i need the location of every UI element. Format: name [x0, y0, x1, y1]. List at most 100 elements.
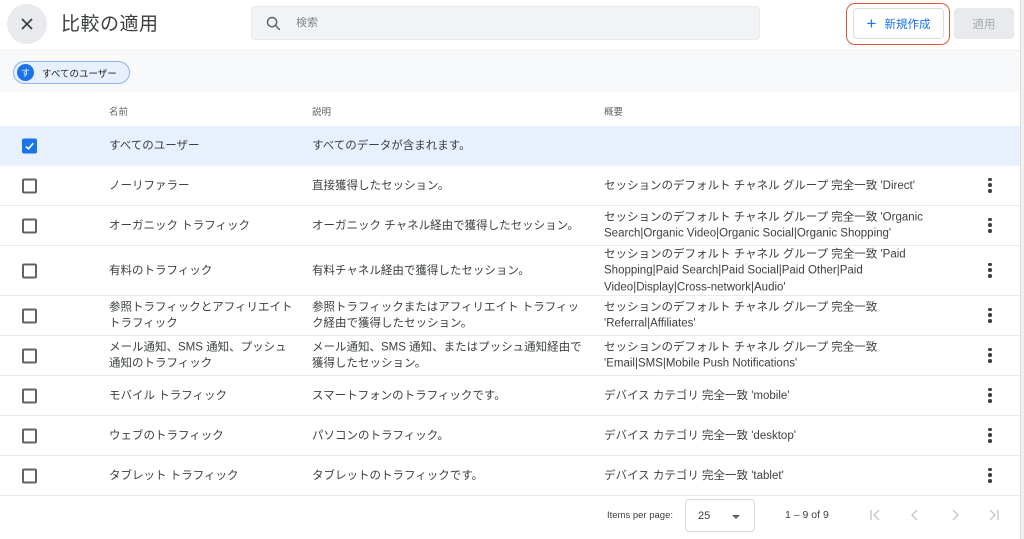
row-checkbox[interactable]	[22, 308, 37, 323]
more-vert-icon	[983, 262, 997, 278]
row-more-button[interactable]	[983, 262, 997, 280]
more-vert-icon	[983, 387, 997, 403]
row-more-button[interactable]	[983, 307, 997, 325]
table-row[interactable]: タブレット トラフィック タブレットのトラフィックです。 デバイス カテゴリ 完…	[0, 456, 1020, 496]
row-more-button[interactable]	[983, 347, 997, 365]
row-summary: セッションのデフォルト チャネル グループ 完全一致 'Referral|Aff…	[604, 301, 878, 330]
comparison-chip[interactable]: す すべてのユーザー	[13, 61, 130, 84]
items-per-page-label: Items per page:	[607, 510, 674, 521]
selected-comparisons-bar: す すべてのユーザー	[0, 50, 1020, 92]
dialog-header: 比較の適用 + 新規作成 適用	[0, 0, 1020, 50]
table-row[interactable]: 参照トラフィックとアフィリエイト トラフィック 参照トラフィックまたはアフィリエ…	[0, 296, 1020, 336]
table-header: 名前 説明 概要	[0, 92, 1020, 126]
row-name: メール通知、SMS 通知、プッシュ通知のトラフィック	[109, 341, 287, 370]
previous-page-button[interactable]	[906, 506, 924, 524]
row-checkbox[interactable]	[22, 428, 37, 443]
row-name: オーガニック トラフィック	[109, 219, 250, 232]
more-vert-icon	[983, 217, 997, 233]
row-more-button[interactable]	[983, 387, 997, 405]
column-header-summary[interactable]: 概要	[604, 104, 623, 118]
dropdown-arrow-icon	[732, 515, 740, 519]
row-summary: セッションのデフォルト チャネル グループ 完全一致 'Direct'	[604, 179, 915, 192]
row-description: すべてのデータが含まれます。	[312, 139, 471, 152]
create-new-label: 新規作成	[884, 18, 931, 31]
row-summary: セッションのデフォルト チャネル グループ 完全一致 'Email|SMS|Mo…	[604, 341, 878, 370]
plus-icon: +	[866, 14, 877, 33]
more-vert-icon	[983, 467, 997, 483]
row-description: オーガニック チャネル経由で獲得したセッション。	[312, 219, 579, 232]
row-name: ノーリファラー	[109, 179, 190, 192]
row-more-button[interactable]	[983, 427, 997, 445]
row-checkbox-cell	[22, 263, 37, 278]
create-new-button[interactable]: + 新規作成	[853, 8, 944, 39]
row-name: 参照トラフィックとアフィリエイト トラフィック	[109, 301, 293, 330]
row-summary: デバイス カテゴリ 完全一致 'mobile'	[604, 389, 790, 402]
row-checkbox-cell	[22, 428, 37, 443]
close-button[interactable]	[7, 4, 47, 44]
row-checkbox-cell	[22, 348, 37, 363]
column-header-name[interactable]: 名前	[109, 104, 128, 118]
row-checkbox-cell	[22, 138, 37, 153]
row-description: メール通知、SMS 通知、またはプッシュ通知経由で獲得したセッション。	[312, 341, 582, 370]
row-checkbox-cell	[22, 468, 37, 483]
table-row[interactable]: モバイル トラフィック スマートフォンのトラフィックです。 デバイス カテゴリ …	[0, 376, 1020, 416]
search-box[interactable]	[251, 6, 760, 40]
scrollbar[interactable]	[1020, 0, 1024, 539]
row-checkbox[interactable]	[22, 468, 37, 483]
table-row[interactable]: ウェブのトラフィック パソコンのトラフィック。 デバイス カテゴリ 完全一致 '…	[0, 416, 1020, 456]
next-page-button[interactable]	[946, 506, 964, 524]
row-summary: デバイス カテゴリ 完全一致 'desktop'	[604, 429, 796, 442]
check-icon	[25, 142, 34, 150]
first-page-button[interactable]	[866, 506, 884, 524]
close-icon	[21, 18, 33, 30]
row-checkbox[interactable]	[22, 348, 37, 363]
row-description: 直接獲得したセッション。	[312, 179, 450, 192]
last-page-button[interactable]	[985, 506, 1003, 524]
row-name: モバイル トラフィック	[109, 389, 227, 402]
chip-label: すべてのユーザー	[42, 68, 117, 80]
row-checkbox-cell	[22, 178, 37, 193]
table-body: すべてのユーザー すべてのデータが含まれます。 ノーリファラー 直接獲得したセッ…	[0, 126, 1020, 496]
row-checkbox-cell	[22, 218, 37, 233]
row-description: 有料チャネル経由で獲得したセッション。	[312, 264, 530, 277]
table-row[interactable]: オーガニック トラフィック オーガニック チャネル経由で獲得したセッション。 セ…	[0, 206, 1020, 246]
chevron-right-icon	[952, 509, 959, 521]
more-vert-icon	[983, 427, 997, 443]
items-per-page-select[interactable]: 25	[685, 499, 755, 532]
row-name: ウェブのトラフィック	[109, 429, 224, 442]
search-input[interactable]	[296, 17, 696, 29]
row-description: スマートフォンのトラフィックです。	[312, 389, 506, 402]
row-description: タブレットのトラフィックです。	[312, 469, 484, 482]
row-checkbox[interactable]	[22, 263, 37, 278]
row-checkbox[interactable]	[22, 178, 37, 193]
more-vert-icon	[983, 347, 997, 363]
row-description: 参照トラフィックまたはアフィリエイト トラフィック経由で獲得したセッション。	[312, 301, 580, 330]
paginator: Items per page: 25 1 – 9 of 9	[0, 495, 1020, 539]
more-vert-icon	[983, 307, 997, 323]
row-summary: セッションのデフォルト チャネル グループ 完全一致 'Organic Sear…	[604, 211, 923, 240]
search-icon	[266, 16, 281, 30]
first-page-icon	[870, 509, 880, 521]
table-row[interactable]: 有料のトラフィック 有料チャネル経由で獲得したセッション。 セッションのデフォル…	[0, 246, 1020, 296]
items-per-page-value: 25	[698, 509, 711, 522]
row-more-button[interactable]	[983, 467, 997, 485]
row-checkbox[interactable]	[22, 218, 37, 233]
row-checkbox[interactable]	[22, 388, 37, 403]
apply-button[interactable]: 適用	[954, 8, 1014, 39]
row-more-button[interactable]	[983, 177, 997, 195]
row-summary: デバイス カテゴリ 完全一致 'tablet'	[604, 469, 784, 482]
table-row[interactable]: すべてのユーザー すべてのデータが含まれます。	[0, 126, 1020, 166]
dialog-title: 比較の適用	[61, 14, 159, 35]
table-row[interactable]: メール通知、SMS 通知、プッシュ通知のトラフィック メール通知、SMS 通知、…	[0, 336, 1020, 376]
page-range-label: 1 – 9 of 9	[785, 509, 829, 521]
row-checkbox[interactable]	[22, 138, 37, 153]
chip-avatar: す	[17, 64, 34, 81]
row-checkbox-cell	[22, 308, 37, 323]
row-name: タブレット トラフィック	[109, 469, 239, 482]
chevron-left-icon	[911, 509, 918, 521]
row-checkbox-cell	[22, 388, 37, 403]
last-page-icon	[989, 509, 999, 521]
column-header-description[interactable]: 説明	[312, 104, 331, 118]
row-more-button[interactable]	[983, 217, 997, 235]
table-row[interactable]: ノーリファラー 直接獲得したセッション。 セッションのデフォルト チャネル グル…	[0, 166, 1020, 206]
